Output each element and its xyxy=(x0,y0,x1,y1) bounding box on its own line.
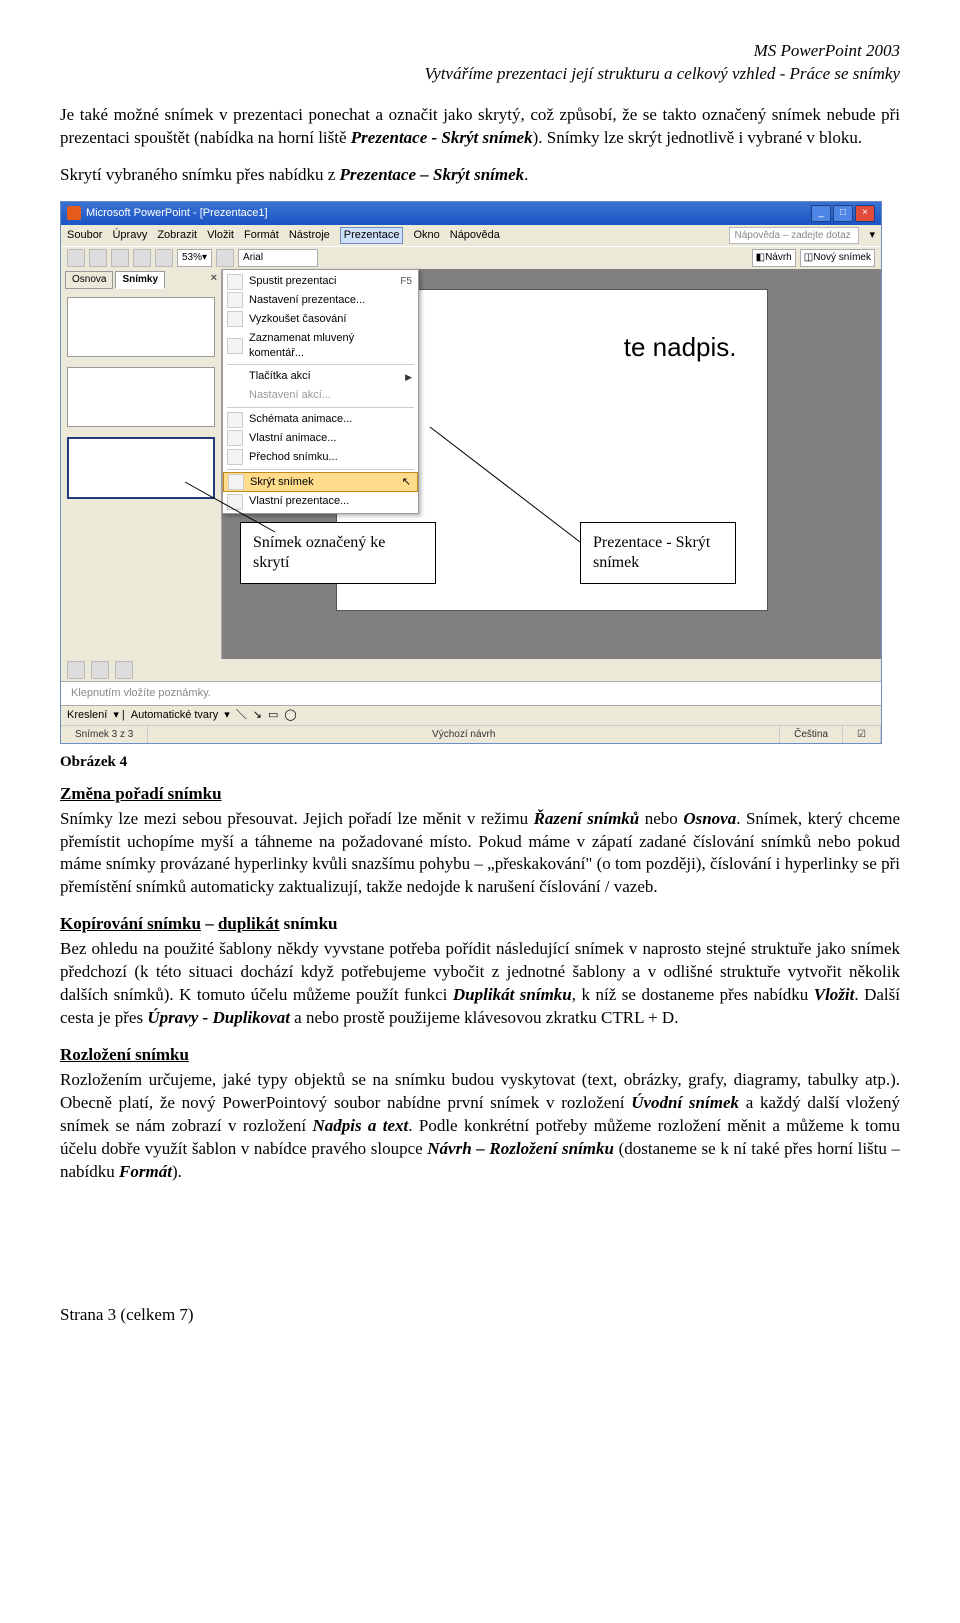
view-buttons xyxy=(61,659,881,681)
custom-icon xyxy=(227,494,243,510)
rect-tool-icon[interactable]: ▭ xyxy=(268,708,278,723)
sorter-view-icon[interactable] xyxy=(91,661,109,679)
callout-right: Prezentace - Skrýt snímek xyxy=(580,522,736,584)
drawing-toolbar: Kreslení ▾ | Automatické tvary ▾ ＼ ↘ ▭ ◯ xyxy=(61,706,881,725)
menu-nastaveni-akci: Nastavení akcí... xyxy=(223,386,418,405)
menu-tlacitka-akci[interactable]: Tlačítka akcí▶ xyxy=(223,367,418,386)
maximize-button[interactable]: □ xyxy=(833,205,853,222)
mic-icon xyxy=(227,338,243,354)
page-header: MS PowerPoint 2003 Vytváříme prezentaci … xyxy=(60,40,900,86)
autoshapes-menu[interactable]: Automatické tvary xyxy=(131,708,218,723)
titlebar: Microsoft PowerPoint - [Prezentace1] _ □… xyxy=(61,202,881,225)
menu-vlozit[interactable]: Vložit xyxy=(207,228,234,243)
paragraph-1: Je také možné snímek v prezentaci ponech… xyxy=(60,104,900,150)
animation-icon xyxy=(227,430,243,446)
menu-vlastni-animace[interactable]: Vlastní animace... xyxy=(223,429,418,448)
menu-schemata[interactable]: Schémata animace... xyxy=(223,410,418,429)
gear-icon xyxy=(227,292,243,308)
slide-editor: te nadpis. Spustit prezentaciF5 Nastaven… xyxy=(222,269,881,659)
thumb-1[interactable] xyxy=(67,297,215,357)
zoom-dropdown[interactable]: 53% ▾ xyxy=(177,249,212,267)
app-screenshot: Microsoft PowerPoint - [Prezentace1] _ □… xyxy=(60,201,882,745)
line-tool-icon[interactable]: ＼ xyxy=(236,708,247,723)
header-line2: Vytváříme prezentaci její strukturu a ce… xyxy=(60,63,900,86)
oval-tool-icon[interactable]: ◯ xyxy=(284,708,296,723)
minimize-button[interactable]: _ xyxy=(811,205,831,222)
menu-skryt-snimek[interactable]: Skrýt snímek↖ xyxy=(223,472,418,493)
menu-nastroje[interactable]: Nástroje xyxy=(289,228,330,243)
menu-format[interactable]: Formát xyxy=(244,228,279,243)
font-dropdown[interactable]: Arial xyxy=(238,249,318,267)
arrow-tool-icon[interactable]: ↘ xyxy=(253,708,262,723)
hide-icon xyxy=(228,474,244,490)
help-search[interactable]: Nápověda – zadejte dotaz xyxy=(729,227,859,245)
paragraph-2: Skrytí vybraného snímku přes nabídku z P… xyxy=(60,164,900,187)
design-button[interactable]: ◧ Návrh xyxy=(752,249,796,267)
section-zmena-body: Snímky lze mezi sebou přesouvat. Jejich … xyxy=(60,808,900,900)
header-line1: MS PowerPoint 2003 xyxy=(60,40,900,63)
slideshow-view-icon[interactable] xyxy=(115,661,133,679)
slide-title-placeholder[interactable]: te nadpis. xyxy=(624,330,737,365)
menu-zobrazit[interactable]: Zobrazit xyxy=(157,228,197,243)
close-button[interactable]: × xyxy=(855,205,875,222)
status-lang: Čeština xyxy=(780,726,843,744)
left-pane: Osnova Snímky × 1 2 3 xyxy=(61,269,222,659)
section-rozlo-title: Rozložení snímku xyxy=(60,1045,189,1064)
menu-zaznamenat[interactable]: Zaznamenat mluvený komentář... xyxy=(223,329,418,363)
menu-vlastni-prezentace[interactable]: Vlastní prezentace... xyxy=(223,492,418,511)
tab-osnova[interactable]: Osnova xyxy=(65,271,113,289)
clock-icon xyxy=(227,311,243,327)
menu-soubor[interactable]: Soubor xyxy=(67,228,102,243)
star-icon xyxy=(227,412,243,428)
figure-label: Obrázek 4 xyxy=(60,752,900,772)
window-title: Microsoft PowerPoint - [Prezentace1] xyxy=(86,206,268,221)
tab-snimky[interactable]: Snímky xyxy=(115,271,165,289)
help-icon[interactable] xyxy=(216,249,234,267)
menu-prechod[interactable]: Přechod snímku... xyxy=(223,448,418,467)
print-icon[interactable] xyxy=(133,249,151,267)
pane-close-icon[interactable]: × xyxy=(211,271,217,289)
status-spell-icon[interactable]: ☑ xyxy=(843,726,881,744)
section-kopir-title: Kopírování snímku – duplikát snímku xyxy=(60,913,900,936)
status-design: Výchozí návrh xyxy=(148,726,780,744)
cursor-icon: ↖ xyxy=(402,475,411,490)
notes-pane[interactable]: Klepnutím vložíte poznámky. xyxy=(61,681,881,706)
menu-vyzkouset[interactable]: Vyzkoušet časování xyxy=(223,310,418,329)
section-zmena-title: Změna pořadí snímku xyxy=(60,784,222,803)
app-icon xyxy=(67,206,81,220)
menubar: Soubor Úpravy Zobrazit Vložit Formát Nás… xyxy=(61,225,881,247)
new-icon[interactable] xyxy=(67,249,85,267)
prezentace-menu: Spustit prezentaciF5 Nastavení prezentac… xyxy=(222,269,419,514)
normal-view-icon[interactable] xyxy=(67,661,85,679)
menu-okno[interactable]: Okno xyxy=(413,228,439,243)
statusbar: Snímek 3 z 3 Výchozí návrh Čeština ☑ xyxy=(61,725,881,744)
section-kopir-body: Bez ohledu na použité šablony někdy vyvs… xyxy=(60,938,900,1030)
status-slide-num: Snímek 3 z 3 xyxy=(61,726,148,744)
play-icon xyxy=(227,274,243,290)
page-footer: Strana 3 (celkem 7) xyxy=(60,1304,900,1327)
callout-left: Snímek označený ke skrytí xyxy=(240,522,436,584)
drawing-menu[interactable]: Kreslení xyxy=(67,708,107,723)
menu-prezentace[interactable]: Prezentace xyxy=(340,227,404,244)
thumb-3[interactable] xyxy=(67,437,215,499)
undo-icon[interactable] xyxy=(155,249,173,267)
open-icon[interactable] xyxy=(89,249,107,267)
transition-icon xyxy=(227,449,243,465)
menu-nastaveni-prezentace[interactable]: Nastavení prezentace... xyxy=(223,291,418,310)
menu-spustit[interactable]: Spustit prezentaciF5 xyxy=(223,272,418,291)
help-dropdown-icon[interactable]: ▾ xyxy=(869,228,875,243)
save-icon[interactable] xyxy=(111,249,129,267)
menu-upravy[interactable]: Úpravy xyxy=(112,228,147,243)
new-slide-button[interactable]: ◫ Nový snímek xyxy=(800,249,875,267)
section-rozlo-body: Rozložením určujeme, jaké typy objektů s… xyxy=(60,1069,900,1184)
thumb-2[interactable] xyxy=(67,367,215,427)
menu-napoveda[interactable]: Nápověda xyxy=(450,228,500,243)
toolbar-standard: 53% ▾ Arial ◧ Návrh ◫ Nový snímek xyxy=(61,246,881,269)
submenu-arrow-icon: ▶ xyxy=(405,371,412,383)
